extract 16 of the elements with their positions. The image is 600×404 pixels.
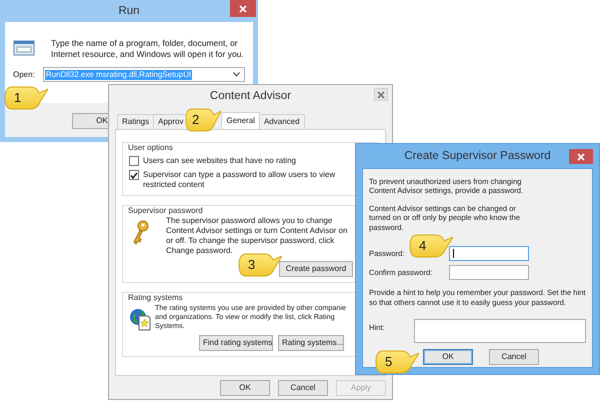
step-tooltip: 3 bbox=[238, 253, 282, 277]
window-title: Content Advisor bbox=[210, 88, 292, 104]
step-tooltip: 5 bbox=[375, 350, 419, 374]
group-label: User options bbox=[126, 143, 175, 153]
window-title: Create Supervisor Password bbox=[404, 148, 551, 164]
group-label: Supervisor password bbox=[126, 206, 205, 216]
window-title: Run bbox=[118, 4, 140, 18]
description-text: The supervisor password allows you to change Content Advisor settings or turn Content Advisor on or off. To change the supervisor password, click Change password. bbox=[166, 216, 348, 256]
checkbox-label: Users can see websites that have no rating bbox=[143, 156, 297, 166]
step-tooltip: 2 bbox=[185, 108, 221, 132]
step-tooltip: 4 bbox=[409, 234, 453, 258]
checkbox-label: Supervisor can type a password to allow users to view restricted content bbox=[143, 170, 336, 190]
step-tooltip: 1 bbox=[4, 86, 48, 110]
open-label: Open: bbox=[13, 70, 35, 80]
group-label: Rating systems bbox=[126, 293, 185, 303]
description-text: Type the name of a program, folder, document, or Internet resource, and Windows will open it for you. bbox=[51, 38, 245, 60]
